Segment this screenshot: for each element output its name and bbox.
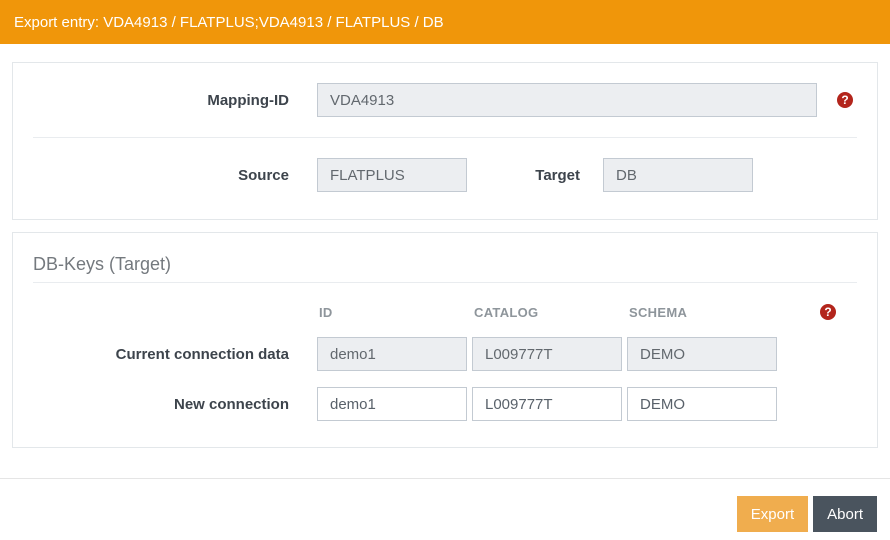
help-icon[interactable]: ? [820,304,836,320]
current-connection-label: Current connection data [115,345,289,363]
column-header-catalog: CATALOG [474,304,539,320]
current-id-input [317,337,467,371]
current-connection-inputs [317,337,777,371]
new-connection-inputs [317,387,777,421]
db-keys-title: DB-Keys (Target) [33,254,172,274]
new-catalog-input[interactable] [472,387,622,421]
new-connection-label: New connection [173,395,289,413]
source-target-row: Source Target [33,158,857,192]
column-headers: ID CATALOG SCHEMA ? [317,304,836,320]
dialog-title: Export entry: VDA4913 / FLATPLUS;VDA4913… [14,13,444,31]
question-mark-glyph: ? [841,93,849,107]
question-mark-glyph: ? [824,305,832,319]
mapping-id-label: Mapping-ID [207,91,289,109]
db-keys-panel: DB-Keys (Target) ID CATALOG SCHEMA ? Cur… [12,232,878,448]
panel-divider [33,137,857,138]
mapping-panel: Mapping-ID ? Source Target [12,62,878,220]
current-connection-row: Current connection data [33,337,857,371]
source-input [317,158,467,192]
export-button[interactable]: Export [736,496,809,532]
mapping-id-input [317,83,817,117]
footer-actions: Export Abort [0,479,890,532]
new-id-input[interactable] [317,387,467,421]
new-connection-row: New connection [33,387,857,421]
current-catalog-input [472,337,622,371]
dialog-titlebar: Export entry: VDA4913 / FLATPLUS;VDA4913… [0,0,890,44]
current-schema-input [627,337,777,371]
mapping-id-row: Mapping-ID ? [33,83,857,117]
abort-button[interactable]: Abort [813,496,877,532]
target-input [603,158,753,192]
db-keys-column-header-row: ID CATALOG SCHEMA ? [33,304,857,320]
source-label: Source [238,166,289,184]
column-header-id: ID [319,304,333,320]
help-icon[interactable]: ? [837,92,853,108]
column-header-schema: SCHEMA [629,304,688,320]
target-label: Target [535,166,580,184]
db-keys-title-divider [33,282,857,283]
new-schema-input[interactable] [627,387,777,421]
